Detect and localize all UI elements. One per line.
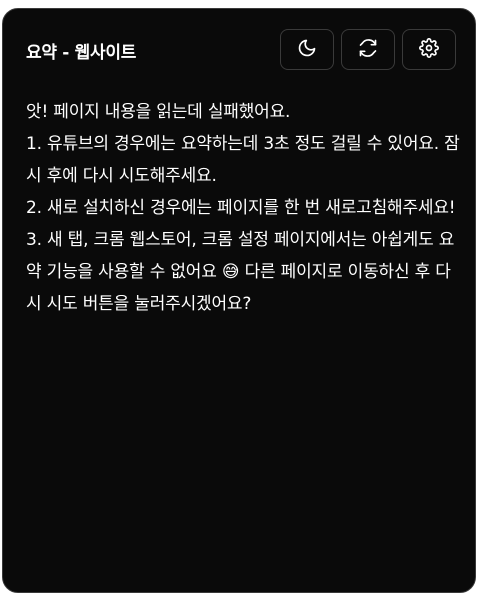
message-line: 3. 새 탭, 크롬 웹스토어, 크롬 설정 페이지에서는 아쉽게도 요약 기능… xyxy=(26,230,455,314)
theme-toggle-button[interactable] xyxy=(280,29,334,70)
refresh-button[interactable] xyxy=(341,29,395,70)
header-actions xyxy=(280,29,456,70)
refresh-icon xyxy=(358,38,378,62)
panel-title: 요약 - 웹사이트 xyxy=(26,43,137,63)
settings-button[interactable] xyxy=(402,29,456,70)
gear-icon xyxy=(419,37,439,62)
summary-panel: 요약 - 웹사이트 앗! 페이지 내용을 읽는데 실패했어요. 1. 유튜브의 … xyxy=(2,8,476,593)
error-message: 앗! 페이지 내용을 읽는데 실패했어요. 1. 유튜브의 경우에는 요약하는데… xyxy=(26,96,466,320)
message-line: 2. 새로 설치하신 경우에는 페이지를 한 번 새로고침해주세요! xyxy=(26,198,456,218)
moon-icon xyxy=(297,38,317,62)
message-line: 앗! 페이지 내용을 읽는데 실패했어요. xyxy=(26,102,291,122)
message-line: 1. 유튜브의 경우에는 요약하는데 3초 정도 걸릴 수 있어요. 잠시 후에… xyxy=(26,134,460,186)
panel-header: 요약 - 웹사이트 xyxy=(3,9,475,89)
